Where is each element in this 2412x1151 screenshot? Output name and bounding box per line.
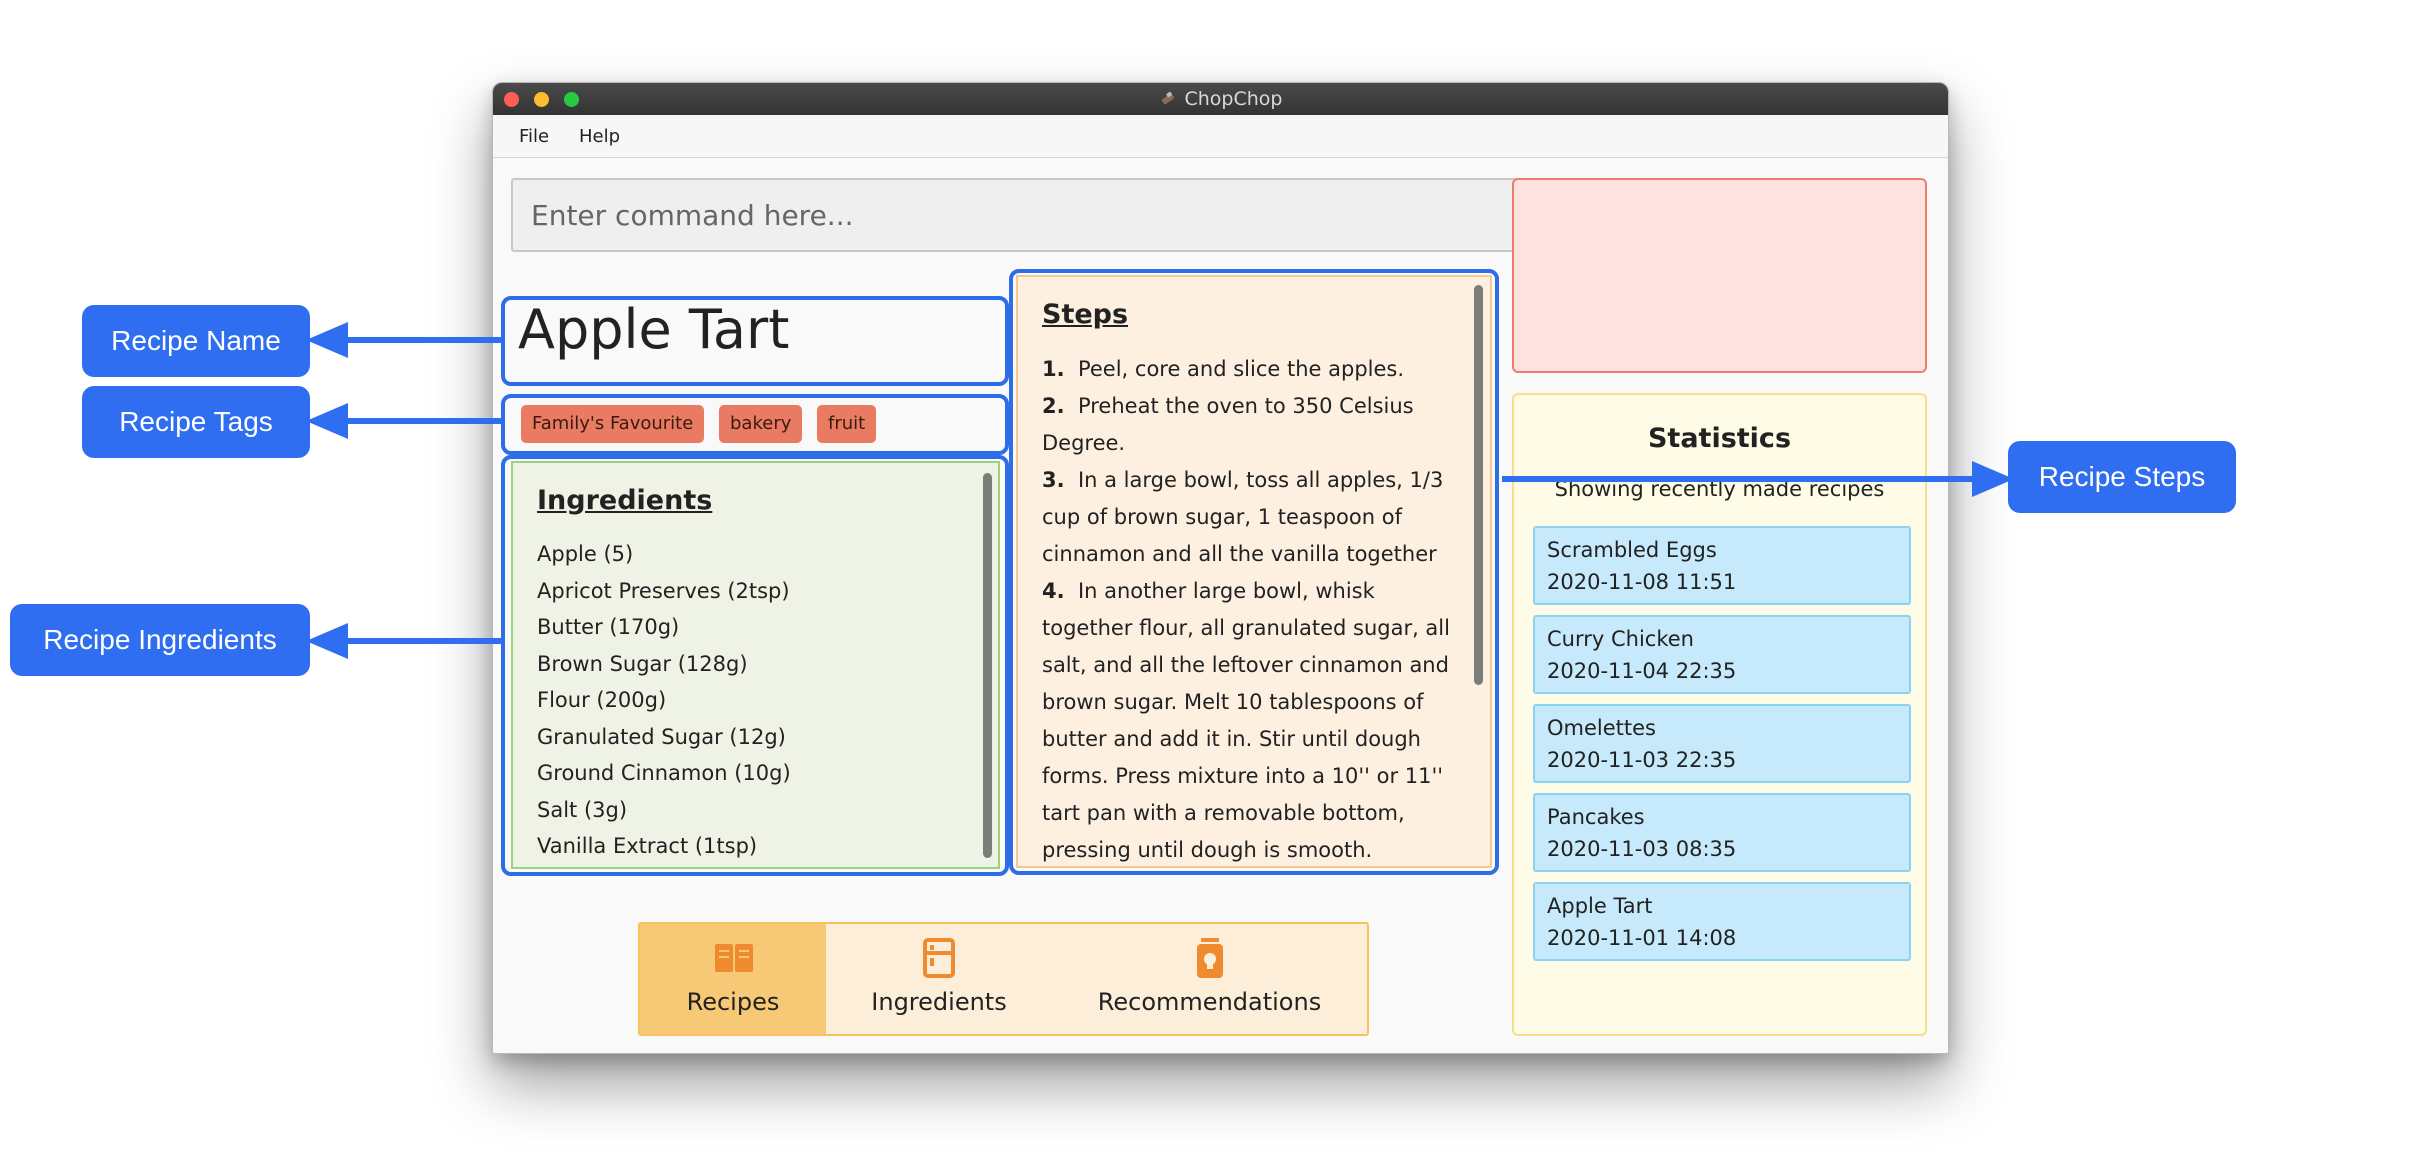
window-title: ChopChop: [1184, 88, 1283, 110]
recent-recipe-item[interactable]: Pancakes 2020-11-03 08:35: [1533, 793, 1911, 872]
step-text: In another large bowl, whisk together fl…: [1042, 579, 1450, 862]
recent-recipe-item[interactable]: Apple Tart 2020-11-01 14:08: [1533, 882, 1911, 961]
steps-heading: Steps: [1042, 299, 1129, 330]
recipe-name-arrow-line: [330, 337, 502, 343]
statistics-title: Statistics: [1647, 423, 1792, 454]
recent-recipe-date: 2020-11-03 08:35: [1547, 837, 1737, 861]
recipe-name-callout: Recipe Name: [82, 305, 310, 377]
ingredient-item: Brown Sugar (128g): [537, 651, 748, 676]
step-text: Peel, core and slice the apples.: [1077, 357, 1405, 381]
tag-chip: fruit: [817, 405, 877, 443]
step-number: 2.: [1042, 394, 1065, 418]
recipe-tags-arrow-line: [330, 418, 502, 424]
ingredient-item: Apricot Preserves (2tsp): [537, 578, 790, 603]
ingredients-panel[interactable]: Ingredients Apple (5) Apricot Preserves …: [511, 461, 1000, 869]
step-text: In a large bowl, toss all apples, 1/3 cu…: [1042, 468, 1444, 566]
recipe-name: Apple Tart: [518, 298, 790, 361]
ingredient-item: Apple (5): [537, 542, 634, 566]
step-item: 3. In a large bowl, toss all apples, 1/3…: [1042, 462, 1454, 573]
book-icon: [715, 944, 753, 972]
recent-recipe-name: Scrambled Eggs: [1547, 538, 1717, 562]
tag-chip: bakery: [719, 405, 803, 443]
tab-bar: Recipes Ingredients Recommendations: [638, 922, 1369, 1036]
steps-panel[interactable]: Steps 1. Peel, core and slice the apples…: [1016, 275, 1492, 868]
ingredient-item: Flour (200g): [537, 688, 667, 712]
tab-recommendations[interactable]: Recommendations: [1052, 924, 1367, 1034]
step-number: 1.: [1042, 357, 1065, 381]
step-item: 4. In another large bowl, whisk together…: [1042, 573, 1454, 866]
recent-recipe-date: 2020-11-04 22:35: [1547, 659, 1737, 683]
step-item: 2. Preheat the oven to 350 Celsius Degre…: [1042, 388, 1454, 462]
recent-recipe-date: 2020-11-08 11:51: [1547, 570, 1737, 594]
recipe-ingredients-callout: Recipe Ingredients: [10, 604, 310, 676]
recent-recipe-item[interactable]: Curry Chicken 2020-11-04 22:35: [1533, 615, 1911, 694]
recent-recipe-name: Omelettes: [1547, 716, 1656, 740]
chopchop-logo-icon: [1161, 91, 1174, 105]
ingredient-item: Ground Cinnamon (10g): [537, 761, 791, 785]
recent-recipe-item[interactable]: Omelettes 2020-11-03 22:35: [1533, 704, 1911, 783]
tab-ingredients[interactable]: Ingredients: [826, 924, 1052, 1034]
lightbulb-jar-icon: [1197, 938, 1223, 978]
tab-label: Recipes: [686, 988, 780, 1016]
menu-help[interactable]: Help: [579, 126, 620, 147]
step-item: 1. Peel, core and slice the apples.: [1042, 351, 1454, 388]
steps-list: 1. Peel, core and slice the apples. 2. P…: [1042, 351, 1454, 866]
step-number: 4.: [1042, 579, 1065, 603]
recipe-ingredients-arrow-line: [330, 638, 502, 644]
menu-file[interactable]: File: [519, 126, 549, 147]
ingredients-heading: Ingredients: [537, 485, 713, 516]
ingredient-item: Vanilla Extract (1tsp): [537, 834, 758, 858]
fridge-icon: [923, 938, 955, 978]
recent-recipe-date: 2020-11-01 14:08: [1547, 926, 1737, 950]
app-window: ChopChop File Help Apple Tart Family's F…: [492, 82, 1949, 1054]
tag-chip: Family's Favourite: [521, 405, 705, 443]
recipe-name-arrowhead-icon: [306, 322, 348, 358]
ingredient-item: Granulated Sugar (12g): [537, 724, 786, 749]
steps-scrollbar[interactable]: [1474, 285, 1483, 685]
recent-recipe-date: 2020-11-03 22:35: [1547, 748, 1737, 772]
title-bar: ChopChop: [493, 83, 1948, 115]
tab-recipes[interactable]: Recipes: [640, 924, 826, 1034]
ingredients-scrollbar[interactable]: [983, 473, 992, 858]
recent-recipe-name: Pancakes: [1547, 805, 1645, 829]
recipe-steps-callout: Recipe Steps: [2008, 441, 2236, 513]
recipe-tags-arrowhead-icon: [306, 403, 348, 439]
statistics-panel: Statistics Showing recently made recipes…: [1512, 393, 1927, 1036]
step-text: Preheat the oven to 350 Celsius Degree.: [1042, 394, 1414, 455]
menu-bar: File Help: [493, 115, 1948, 158]
recipe-tags-callout: Recipe Tags: [82, 386, 310, 458]
tab-label: Recommendations: [1097, 988, 1322, 1016]
tab-label: Ingredients: [871, 988, 1007, 1016]
result-display: [1512, 178, 1927, 373]
recent-recipe-name: Apple Tart: [1547, 894, 1653, 918]
step-number: 3.: [1042, 468, 1065, 492]
recipe-steps-arrow-line: [1502, 476, 1992, 482]
ingredient-item: Salt (3g): [537, 797, 628, 822]
ingredient-item: Butter (170g): [537, 615, 680, 639]
command-input[interactable]: [511, 178, 1527, 252]
recipe-ingredients-arrowhead-icon: [306, 623, 348, 659]
recent-recipe-item[interactable]: Scrambled Eggs 2020-11-08 11:51: [1533, 526, 1911, 605]
ingredients-list: Apple (5) Apricot Preserves (2tsp) Butte…: [537, 536, 791, 865]
recent-recipe-name: Curry Chicken: [1547, 627, 1694, 651]
